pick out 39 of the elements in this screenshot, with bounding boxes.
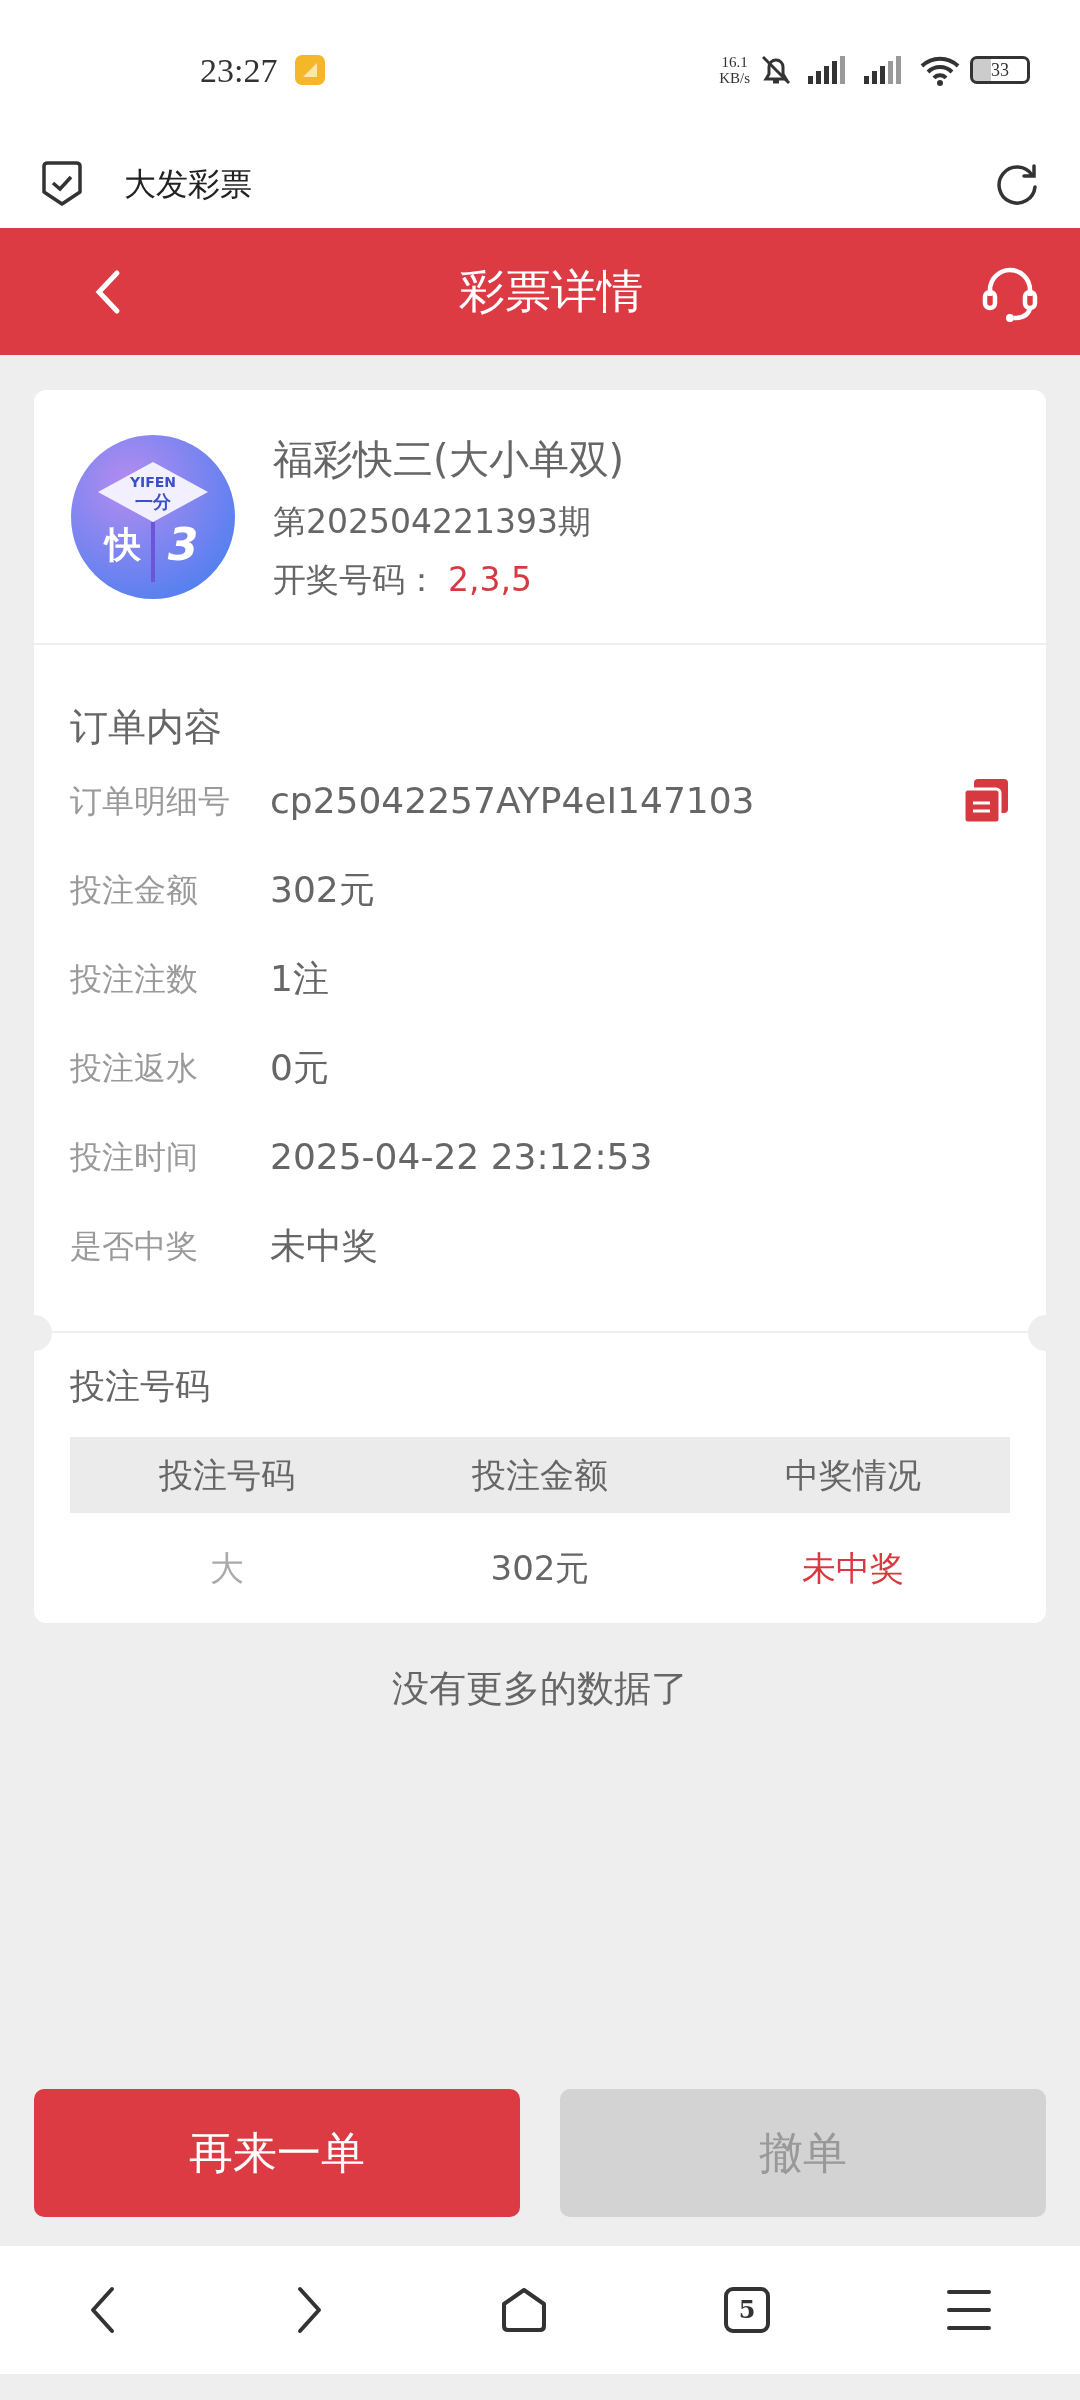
home-icon[interactable]	[500, 2285, 548, 2334]
no-more-data-text: 没有更多的数据了	[392, 1667, 688, 1710]
field-label: 投注金额	[70, 869, 199, 911]
column-header: 投注号码	[70, 1437, 384, 1513]
copy-icon[interactable]	[962, 776, 1010, 825]
field-value: 0元	[270, 1045, 329, 1090]
issue-number: 第202504221393期	[273, 501, 592, 543]
lottery-name: 福彩快三(大小单双)	[273, 435, 625, 484]
draw-numbers: 2,3,5	[448, 558, 532, 601]
table-cell-text: 302元	[489, 1547, 591, 1590]
tabs-button[interactable]: 5	[724, 2286, 770, 2333]
column-header: 中奖情况	[696, 1437, 1010, 1513]
field-label: 是否中奖	[70, 1225, 199, 1267]
field-label: 投注返水	[70, 1047, 199, 1089]
site-title: 大发彩票	[124, 164, 252, 205]
table-cell-text: 未中奖	[801, 1547, 906, 1590]
clock-time: 23:27	[200, 50, 278, 91]
field-value: 2025-04-22 23:12:53	[270, 1134, 653, 1179]
speed-unit: KB/s	[719, 70, 750, 87]
draw-label: 开奖号码：	[273, 558, 438, 601]
field-label: 投注时间	[70, 1136, 199, 1178]
section-title: 投注号码	[70, 1365, 211, 1408]
field-value: 1注	[270, 956, 329, 1001]
menu-icon[interactable]	[946, 2287, 992, 2332]
section-title: 订单内容	[70, 704, 223, 751]
field-value: cp25042257AYP4eI147103	[270, 778, 755, 823]
shield-check-icon[interactable]	[40, 160, 84, 208]
field-label: 投注注数	[70, 958, 199, 1000]
notification-icon	[293, 53, 328, 87]
speed-value: 16.1	[720, 53, 749, 70]
field-label: 订单明细号	[70, 780, 231, 822]
refresh-icon[interactable]	[994, 161, 1040, 207]
field-value: 未中奖	[270, 1223, 378, 1268]
field-value: 302元	[270, 867, 375, 912]
battery-icon: 33	[970, 56, 1030, 84]
table-cell-text: 大	[208, 1547, 245, 1590]
action-button[interactable]: 再来一单	[34, 2088, 520, 2217]
page-title: 彩票详情	[458, 263, 643, 320]
column-header: 投注金额	[383, 1437, 697, 1513]
